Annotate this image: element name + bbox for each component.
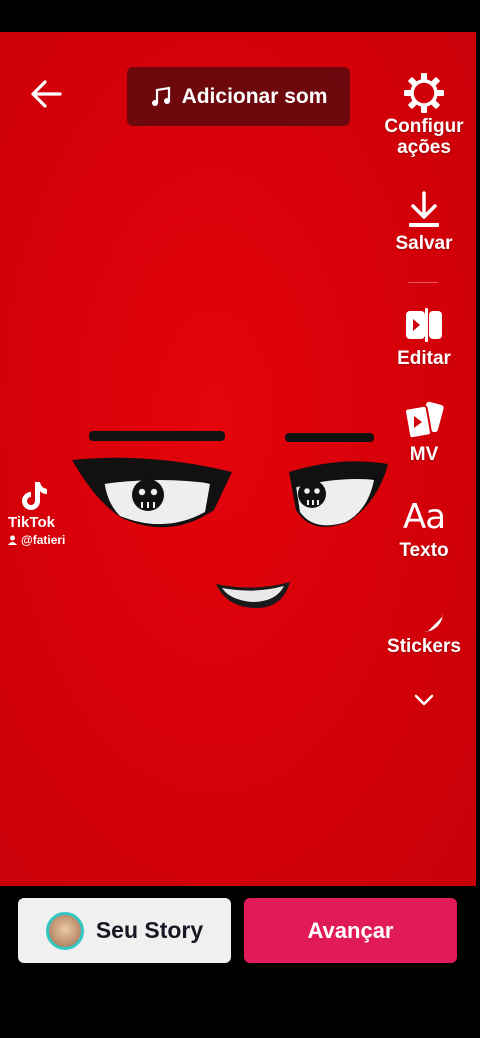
- video-canvas[interactable]: Adicionar som Configurações Salvar Edita…: [0, 32, 476, 886]
- smile-mouth: [216, 582, 290, 609]
- next-button[interactable]: Avançar: [244, 898, 457, 963]
- music-note-icon: [151, 86, 170, 106]
- stickers-label: Stickers: [387, 636, 461, 657]
- back-arrow-icon: [31, 80, 62, 108]
- gear-icon: [404, 73, 444, 113]
- your-story-button[interactable]: Seu Story: [18, 898, 231, 963]
- right-eyebrow: [285, 433, 374, 442]
- edit-label: Editar: [397, 348, 451, 369]
- toolbar-divider: [408, 282, 438, 283]
- next-label: Avançar: [307, 917, 394, 943]
- mv-cards-icon: [404, 401, 444, 440]
- your-story-label: Seu Story: [95, 917, 204, 943]
- text-label: Texto: [399, 540, 449, 561]
- back-button[interactable]: [26, 74, 66, 114]
- editor-screen: Adicionar som Configurações Salvar Edita…: [0, 0, 480, 1038]
- right-eye: [289, 461, 388, 527]
- settings-label: Configurações: [384, 116, 464, 158]
- text-aa-icon: Aa: [402, 497, 446, 537]
- stickers-button[interactable]: Stickers: [380, 590, 468, 657]
- tiktok-logo-icon: [22, 482, 47, 510]
- save-label: Salvar: [395, 233, 453, 254]
- edit-button[interactable]: Editar: [380, 302, 468, 369]
- edit-clip-icon: [406, 308, 442, 342]
- left-eye: [72, 457, 232, 528]
- watermark-user-row: @fatieri: [8, 533, 65, 547]
- left-eyebrow: [89, 431, 225, 441]
- bottom-bar: Seu Story Avançar: [0, 886, 480, 1038]
- mv-label: MV: [409, 444, 439, 465]
- sticker-face-icon: [405, 594, 443, 632]
- mv-button[interactable]: MV: [380, 398, 468, 465]
- avatar: [45, 911, 84, 950]
- add-sound-button[interactable]: Adicionar som: [127, 67, 350, 126]
- download-icon: [409, 191, 439, 227]
- more-tools-button[interactable]: [380, 692, 468, 708]
- add-sound-label: Adicionar som: [181, 84, 328, 108]
- watermark-brand: TikTok: [8, 514, 55, 531]
- user-icon: [8, 535, 17, 545]
- tiktok-watermark: TikTok @fatieri: [6, 480, 65, 547]
- chevron-down-icon: [414, 694, 434, 706]
- text-button[interactable]: Aa Texto: [380, 494, 468, 561]
- settings-button[interactable]: Configurações: [380, 70, 468, 158]
- save-button[interactable]: Salvar: [380, 187, 468, 254]
- watermark-username: @fatieri: [21, 533, 66, 547]
